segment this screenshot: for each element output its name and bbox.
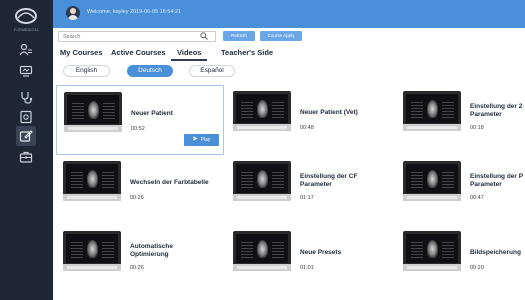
edit-icon[interactable] — [16, 126, 36, 146]
language-espanol[interactable]: Español — [189, 65, 235, 77]
video-duration: 01:17 — [300, 195, 314, 201]
video-card[interactable]: Bildspeicherung 00:20 — [396, 225, 525, 295]
video-title: Neuer Patient — [131, 110, 173, 117]
tab-videos[interactable]: Videos — [177, 48, 201, 57]
welcome-text: Welcome, kayley 2019-06-05 16:54:21 — [87, 9, 182, 15]
video-duration: 00:18 — [470, 125, 484, 131]
video-thumbnail — [233, 161, 291, 201]
sidebar: FORMEDICAL — [0, 0, 53, 300]
play-button[interactable]: Play — [184, 134, 219, 146]
video-duration: 00:26 — [130, 265, 144, 271]
video-duration: 00:20 — [470, 265, 484, 271]
video-grid: Neuer Patient 00:52 Play Neuer Patient (… — [53, 81, 525, 300]
video-title: Einstellung der 2 Parameter — [470, 103, 523, 118]
video-title: Einstellung der P Parameter — [470, 173, 524, 188]
language-deutsch[interactable]: Deutsch — [127, 65, 173, 77]
video-thumbnail — [403, 91, 461, 131]
video-title: Wechseln der Farbtabelle — [130, 179, 209, 186]
brand-logo: FORMEDICAL — [0, 0, 53, 40]
video-duration: 01:01 — [300, 265, 314, 271]
video-thumbnail — [403, 161, 461, 201]
students-icon[interactable] — [16, 40, 36, 60]
exam-icon[interactable] — [16, 107, 36, 127]
video-title: Neue Presets — [300, 249, 342, 256]
toolbar: Refresh Course Apply — [53, 28, 525, 44]
video-thumbnail — [233, 231, 291, 271]
top-bar: Welcome, kayley 2019-06-05 16:54:21 — [53, 0, 525, 28]
search-icon[interactable] — [200, 32, 208, 40]
video-title: Bildspeicherung — [470, 249, 521, 256]
video-duration: 00:47 — [470, 195, 484, 201]
video-title: Neuer Patient (Vet) — [300, 109, 358, 116]
video-card[interactable]: Neue Presets 01:01 — [226, 225, 394, 295]
video-card[interactable]: Einstellung der P Parameter 00:47 — [396, 155, 525, 225]
monitor-icon[interactable] — [16, 61, 36, 81]
video-thumbnail — [403, 231, 461, 271]
video-card[interactable]: Wechseln der Farbtabelle 00:26 — [56, 155, 224, 225]
play-icon — [193, 136, 198, 141]
video-card[interactable]: Neuer Patient 00:52 Play — [56, 85, 224, 155]
video-duration: 00:48 — [300, 125, 314, 131]
video-title: Einstellung der CF Parameter — [300, 173, 358, 188]
video-thumbnail — [233, 91, 291, 131]
video-title: Automatische Optimierung — [130, 243, 173, 258]
briefcase-icon[interactable] — [16, 147, 36, 167]
refresh-button[interactable]: Refresh — [223, 31, 255, 41]
video-card[interactable]: Einstellung der CF Parameter 01:17 — [226, 155, 394, 225]
video-duration: 00:26 — [130, 195, 144, 201]
tab-teachers-side[interactable]: Teacher's Side — [221, 48, 273, 57]
video-thumbnail — [63, 231, 121, 271]
language-english[interactable]: English — [63, 65, 110, 77]
brand-logo-icon — [15, 8, 37, 24]
tab-my-courses[interactable]: My Courses — [60, 48, 103, 57]
search-input[interactable] — [58, 31, 216, 42]
video-card[interactable]: Einstellung der 2 Parameter 00:18 — [396, 85, 525, 155]
video-duration: 00:52 — [131, 126, 145, 132]
tab-bar: My Courses Active Courses Videos Teacher… — [53, 44, 525, 62]
brand-name: FORMEDICAL — [14, 28, 39, 32]
language-filter: English Deutsch Español — [53, 61, 525, 81]
video-card[interactable]: Neuer Patient (Vet) 00:48 — [226, 85, 394, 155]
stethoscope-icon[interactable] — [16, 87, 36, 107]
video-card[interactable]: Automatische Optimierung 00:26 — [56, 225, 224, 295]
video-thumbnail — [64, 92, 122, 132]
course-apply-button[interactable]: Course Apply — [260, 31, 302, 41]
avatar[interactable] — [66, 6, 80, 20]
tab-active-courses[interactable]: Active Courses — [111, 48, 166, 57]
video-thumbnail — [63, 161, 121, 201]
